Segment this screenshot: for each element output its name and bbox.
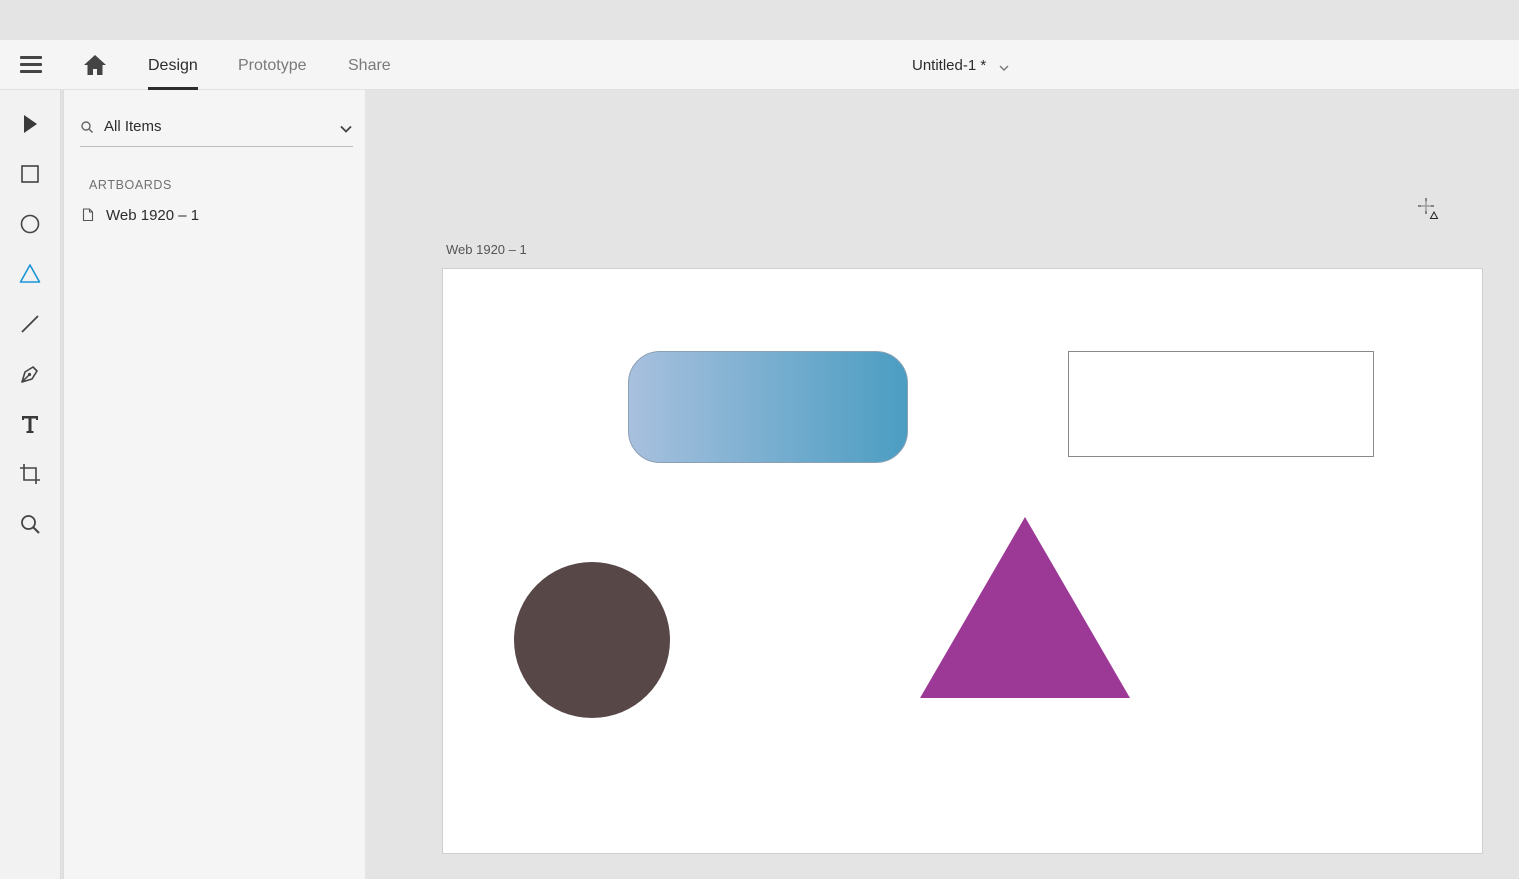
layer-search-filter[interactable]: All Items (80, 110, 353, 147)
pen-icon[interactable] (18, 362, 42, 386)
artboard-icon[interactable] (18, 462, 42, 486)
rounded-rectangle-shape[interactable] (628, 351, 908, 463)
artboard[interactable] (442, 268, 1483, 854)
tab-design[interactable]: Design (148, 57, 198, 75)
search-icon (80, 120, 94, 139)
artboards-section-header: ARTBOARDS (89, 178, 172, 192)
design-canvas[interactable]: Web 1920 – 1 (365, 90, 1519, 879)
tools-toolbar (0, 90, 61, 879)
rectangle-icon[interactable] (18, 162, 42, 186)
triangle-icon[interactable] (18, 262, 42, 286)
chevron-down-icon[interactable] (339, 121, 353, 139)
arrow-pointer-icon[interactable] (18, 112, 42, 136)
triangle-shape[interactable] (920, 517, 1130, 698)
ellipse-shape[interactable] (514, 562, 670, 718)
artboard-name-label[interactable]: Web 1920 – 1 (446, 242, 527, 257)
rectangle-shape[interactable] (1068, 351, 1374, 457)
home-icon[interactable] (82, 53, 108, 77)
chevron-down-icon[interactable] (998, 60, 1010, 78)
layer-item-label: Web 1920 – 1 (106, 207, 200, 224)
hamburger-menu-icon[interactable] (20, 56, 42, 74)
layers-panel: All Items ARTBOARDS Web 1920 – 1 (62, 90, 365, 879)
line-icon[interactable] (18, 312, 42, 336)
app-header: Design Prototype Share Untitled-1 * (0, 40, 1519, 90)
layer-item-artboard[interactable]: Web 1920 – 1 (80, 203, 353, 229)
artboard-page-icon (82, 208, 94, 227)
polygon-crosshair-cursor-icon (1416, 196, 1442, 227)
ellipse-icon[interactable] (18, 212, 42, 236)
text-icon[interactable] (18, 412, 42, 436)
filter-value: All Items (104, 118, 162, 135)
tab-share[interactable]: Share (348, 57, 391, 75)
magnifier-icon[interactable] (18, 512, 42, 536)
window-title-bar (0, 0, 1519, 40)
tab-prototype[interactable]: Prototype (238, 57, 306, 75)
document-title[interactable]: Untitled-1 * (912, 57, 986, 74)
